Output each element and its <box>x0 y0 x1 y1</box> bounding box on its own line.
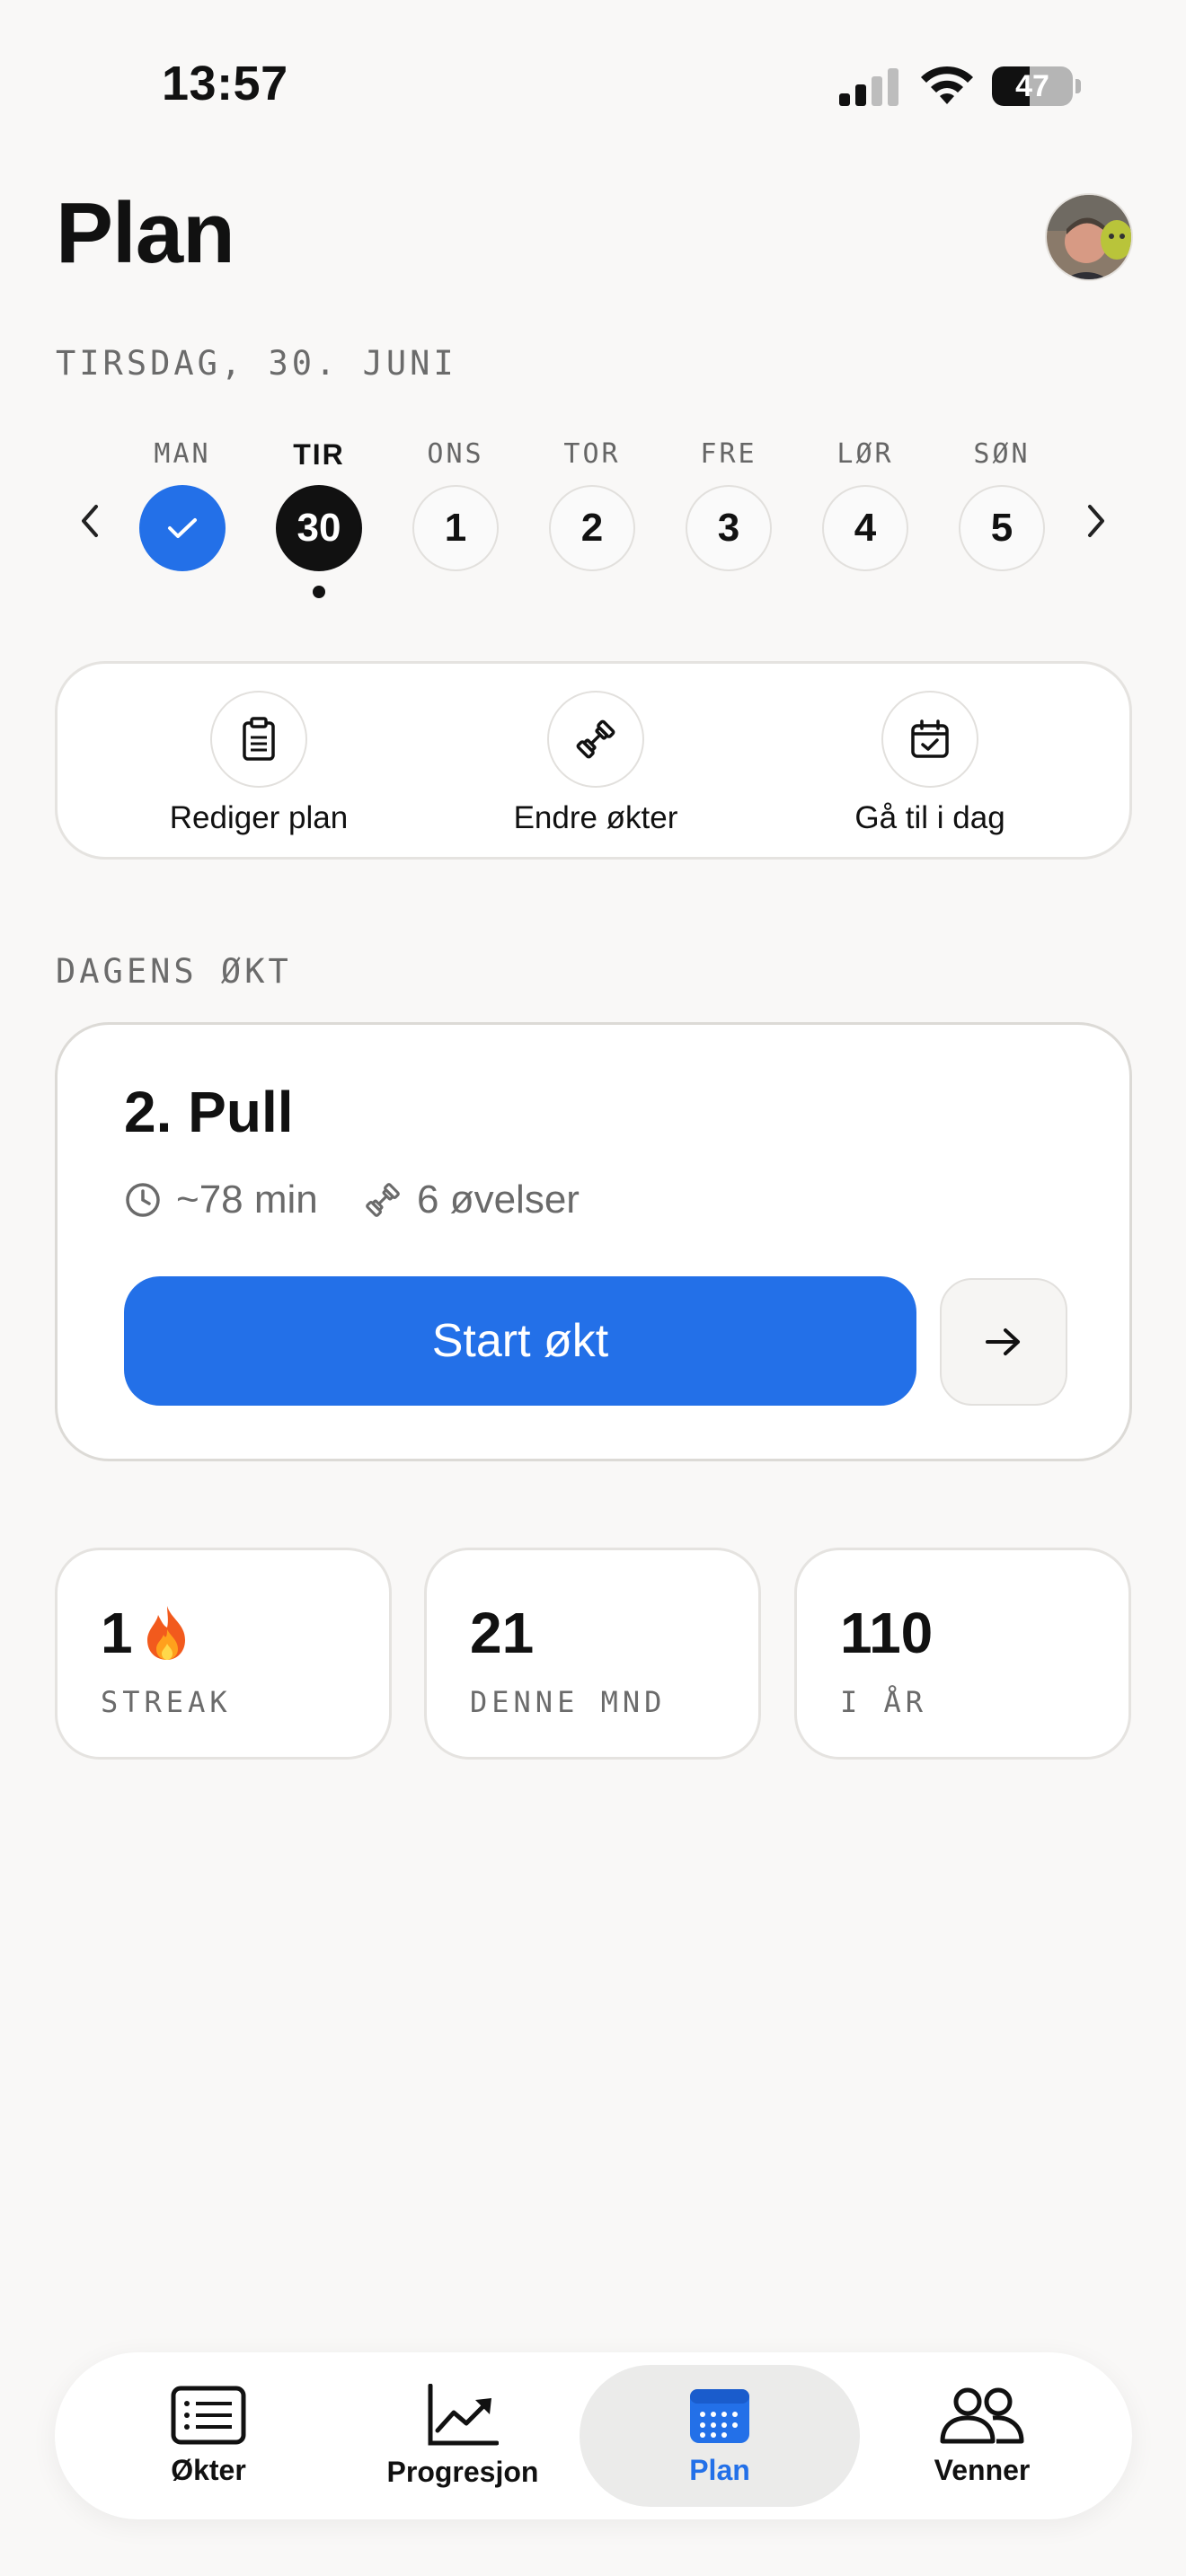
tab-bar: Økter Progresjon Plan Venner <box>55 2352 1132 2519</box>
chevron-right-icon <box>1088 505 1104 537</box>
date-label: TIRSDAG, 30. JUNI <box>56 344 457 383</box>
day-wed[interactable]: ONS 1 <box>411 438 500 571</box>
tab-label: Økter <box>171 2453 246 2486</box>
day-name: LØR <box>836 438 894 470</box>
go-to-today-button[interactable]: Gå til i dag <box>795 691 1065 836</box>
battery-level: 47 <box>1015 68 1049 103</box>
day-number: 1 <box>412 485 499 571</box>
friends-icon <box>940 2387 1024 2443</box>
list-icon <box>171 2386 246 2444</box>
stat-value: 110 <box>840 1601 934 1665</box>
duration-text: ~78 min <box>176 1178 318 1222</box>
avatar[interactable] <box>1045 193 1133 281</box>
arrow-right-icon <box>986 1328 1020 1355</box>
edit-plan-button[interactable]: Rediger plan <box>124 691 394 836</box>
stat-streak: 1 STREAK <box>55 1548 392 1760</box>
exercises-text: 6 øvelser <box>417 1178 580 1222</box>
section-label: DAGENS ØKT <box>56 952 292 991</box>
day-tue[interactable]: TIR 30 <box>274 438 364 598</box>
tab-progress[interactable]: Progresjon <box>328 2352 597 2519</box>
change-workouts-button[interactable]: Endre økter <box>461 691 730 836</box>
action-label: Endre økter <box>513 800 678 835</box>
stat-this-month: 21 DENNE MND <box>424 1548 761 1760</box>
tab-label: Plan <box>689 2453 750 2486</box>
start-workout-button[interactable]: Start økt <box>124 1276 916 1406</box>
next-week-button[interactable] <box>1078 498 1114 543</box>
stat-value: 21 <box>470 1601 535 1665</box>
workout-title: 2. Pull <box>124 1080 294 1144</box>
day-name: TIR <box>293 438 345 471</box>
battery-icon: 47 <box>992 66 1073 106</box>
chart-icon <box>428 2383 499 2445</box>
today-indicator-dot <box>313 586 325 598</box>
day-number: 30 <box>276 485 362 571</box>
tab-label: Progresjon <box>386 2455 539 2488</box>
day-fri[interactable]: FRE 3 <box>684 438 774 571</box>
day-number: 3 <box>686 485 772 571</box>
day-name: SØN <box>973 438 1031 470</box>
quick-actions-card: Rediger plan Endre økter Gå til i dag <box>55 661 1132 860</box>
day-number: 2 <box>549 485 635 571</box>
day-name: MAN <box>154 438 211 470</box>
day-thu[interactable]: TOR 2 <box>547 438 637 571</box>
workout-details-button[interactable] <box>940 1278 1067 1406</box>
calendar-icon <box>690 2388 749 2443</box>
check-icon <box>168 518 197 538</box>
action-label: Gå til i dag <box>854 800 1005 835</box>
streak-value: 1 <box>101 1601 133 1665</box>
stat-label: I ÅR <box>840 1685 928 1719</box>
day-name: ONS <box>427 438 484 470</box>
tab-label: Venner <box>934 2453 1031 2486</box>
wifi-icon <box>921 66 973 104</box>
stat-value: 1 <box>101 1600 194 1666</box>
workout-exercises: 6 øvelser <box>363 1178 580 1222</box>
clipboard-icon <box>210 691 307 788</box>
stat-label: DENNE MND <box>470 1685 667 1719</box>
day-circle-done <box>139 485 226 571</box>
chevron-left-icon <box>82 505 98 537</box>
day-mon[interactable]: MAN <box>137 438 227 571</box>
cellular-signal-icon <box>839 68 902 106</box>
day-number: 5 <box>959 485 1045 571</box>
status-time: 13:57 <box>162 57 288 110</box>
tab-workouts[interactable]: Økter <box>74 2352 343 2519</box>
todays-workout-card[interactable]: 2. Pull ~78 min 6 øvelser Start økt <box>55 1022 1132 1461</box>
tab-friends[interactable]: Venner <box>847 2352 1117 2519</box>
day-sat[interactable]: LØR 4 <box>820 438 910 571</box>
day-sun[interactable]: SØN 5 <box>957 438 1047 571</box>
dumbbell-icon <box>547 691 644 788</box>
calendar-check-icon <box>881 691 978 788</box>
stat-label: STREAK <box>101 1685 232 1719</box>
page-title: Plan <box>56 185 235 281</box>
clock-icon <box>126 1183 160 1217</box>
day-number: 4 <box>822 485 908 571</box>
fire-icon <box>146 1606 185 1660</box>
stat-this-year: 110 I ÅR <box>794 1548 1131 1760</box>
day-name: TOR <box>563 438 621 470</box>
tab-plan[interactable]: Plan <box>580 2365 860 2507</box>
action-label: Rediger plan <box>169 800 349 835</box>
dumbbell-icon <box>366 1183 400 1217</box>
battery-nub <box>1075 79 1081 93</box>
workout-duration: ~78 min <box>124 1178 318 1222</box>
prev-week-button[interactable] <box>72 498 108 543</box>
day-name: FRE <box>700 438 757 470</box>
